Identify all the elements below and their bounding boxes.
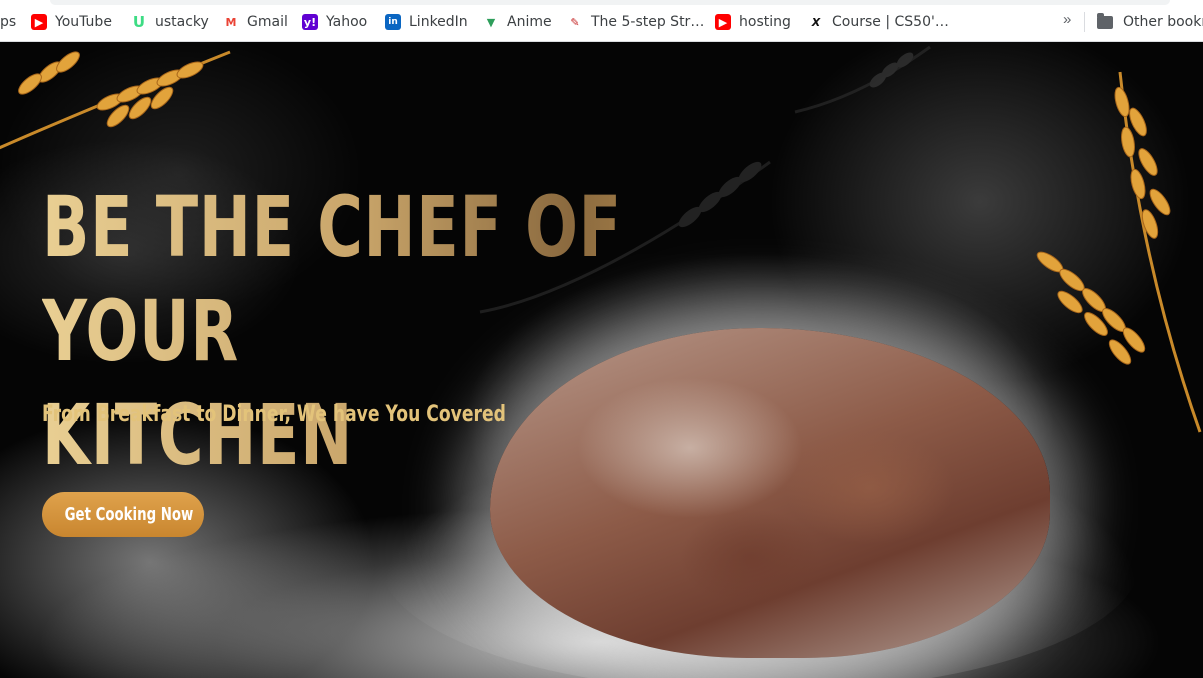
bookmark-label: hosting (739, 14, 791, 30)
cta-label: Get Cooking Now (64, 504, 194, 525)
omnibox-edge (50, 0, 1170, 5)
bookmarks-separator (1084, 12, 1085, 32)
gmail-icon: M (225, 15, 237, 29)
ustacky-icon: U (132, 13, 146, 31)
youtube-icon: ▶ (715, 14, 731, 30)
article-icon: ✎ (570, 15, 580, 29)
anime-icon: ▼ (486, 15, 496, 29)
bookmark-label: ps (0, 14, 17, 30)
hero-headline-line1: BE THE CHEF OF YOUR (42, 178, 622, 380)
hero-headline-line2: KITCHEN (42, 386, 354, 484)
bookmark-apps[interactable]: ps (0, 12, 16, 32)
bookmark-label: Yahoo (326, 14, 368, 30)
bookmark-anime[interactable]: ▼ Anime (483, 12, 552, 32)
bookmark-hosting[interactable]: ▶ hosting (715, 12, 791, 32)
bookmarks-bar: ps ▶ YouTube U ustacky M Gmail y! Yahoo … (0, 0, 1203, 42)
bookmark-label: The 5-step Str… (591, 14, 705, 30)
golden-wheat-right-image (1036, 71, 1202, 433)
bookmark-label: Course | CS50'… (832, 14, 949, 30)
bookmark-label: Gmail (247, 14, 288, 30)
golden-wheat-image (0, 50, 231, 150)
folder-icon (1097, 12, 1113, 29)
bookmarks-overflow-button[interactable]: » (1063, 11, 1071, 28)
bookmark-linkedin[interactable]: in LinkedIn (385, 12, 468, 32)
dark-wheat-image (794, 45, 931, 114)
hero-section: BE THE CHEF OF YOUR KITCHEN From Breakfa… (0, 42, 1203, 678)
bookmark-ustacky[interactable]: U ustacky (131, 12, 209, 32)
other-bookmarks-folder[interactable]: Other bookmarks (1097, 12, 1203, 32)
yahoo-icon: y! (302, 14, 318, 30)
bookmark-label: ustacky (155, 14, 209, 30)
hero-tagline: From Breakfast to Dinner, We have You Co… (42, 402, 506, 427)
bookmark-gmail[interactable]: M Gmail (223, 12, 288, 32)
bookmark-yahoo[interactable]: y! Yahoo (302, 12, 367, 32)
bookmark-label: Anime (507, 14, 552, 30)
bookmark-5-step[interactable]: ✎ The 5-step Str… (567, 12, 704, 32)
hero-headline: BE THE CHEF OF YOUR KITCHEN (42, 175, 745, 487)
bookmark-cs50[interactable]: X Course | CS50'… (808, 12, 949, 32)
bookmark-label: LinkedIn (409, 14, 468, 30)
bookmark-youtube[interactable]: ▶ YouTube (31, 12, 112, 32)
youtube-icon: ▶ (31, 14, 47, 30)
other-bookmarks-label: Other bookmarks (1123, 14, 1203, 30)
edx-icon: X (811, 15, 821, 29)
linkedin-icon: in (385, 14, 401, 30)
bookmark-label: YouTube (55, 14, 112, 30)
get-cooking-now-button[interactable]: Get Cooking Now (42, 492, 204, 537)
